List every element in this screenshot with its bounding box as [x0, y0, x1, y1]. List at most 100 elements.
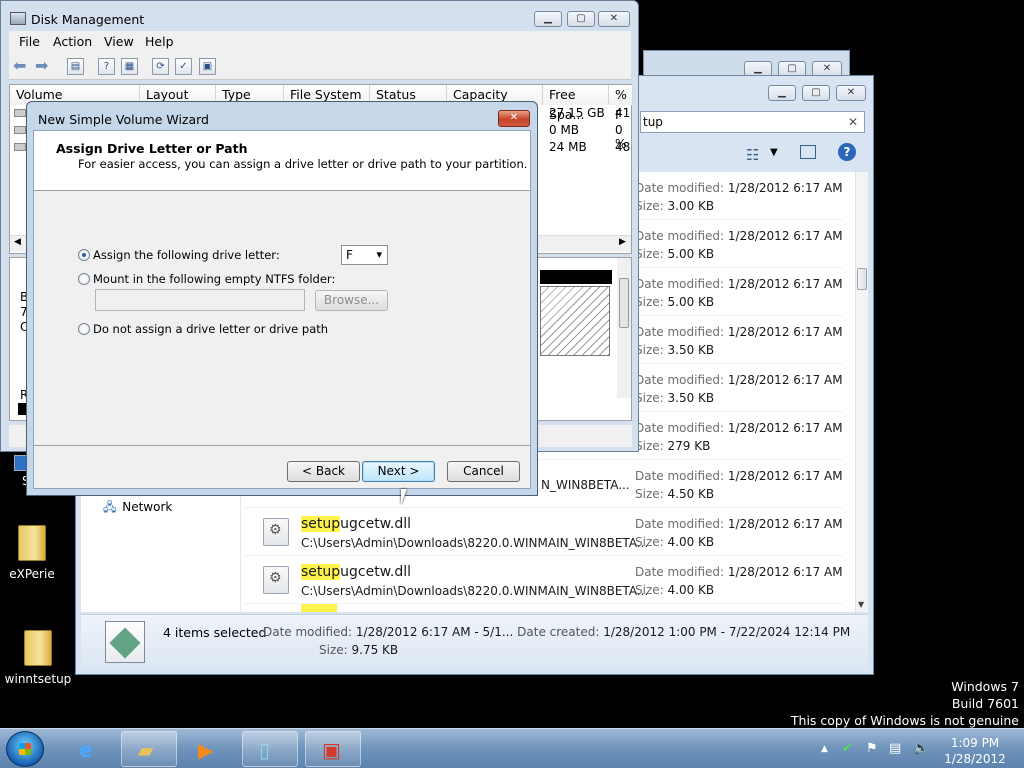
vertical-scrollbar[interactable]: ▼ [855, 172, 868, 612]
scroll-thumb[interactable] [857, 268, 867, 290]
taskbar-disk-management[interactable]: ▣ [305, 731, 361, 767]
details-modified-label: Date modified: [263, 625, 353, 639]
no-letter-label[interactable]: Do not assign a drive letter or drive pa… [93, 322, 328, 336]
network-icon[interactable]: ▤ [889, 741, 901, 756]
action-center-check-icon[interactable]: ✔ [842, 741, 853, 756]
no-letter-radio[interactable] [78, 323, 90, 335]
selection-count: 4 items selected [163, 625, 267, 640]
column-free-space[interactable]: Free Spa... [543, 85, 609, 122]
date-value: 1/28/2012 6:17 AM [727, 565, 843, 579]
scroll-thumb[interactable] [619, 278, 629, 328]
menu-bar: File Action View Help [9, 31, 631, 53]
dll-file-icon [263, 566, 289, 594]
desktop-icon-experie[interactable]: eXPerie [0, 525, 72, 581]
action-center-flag-icon[interactable]: ⚑ [866, 741, 878, 756]
assign-letter-radio[interactable] [78, 249, 90, 261]
internet-explorer-icon: e [79, 738, 93, 762]
help-icon[interactable]: ? [98, 58, 115, 75]
back-arrow-icon[interactable]: ⬅ [13, 56, 26, 75]
browse-button[interactable]: Browse... [315, 290, 388, 311]
date-label: Date modified: [635, 565, 725, 579]
view-options-icon[interactable]: ☷ [746, 146, 759, 164]
system-clock[interactable]: 1:09 PM 1/28/2012 [930, 735, 1020, 767]
start-button[interactable] [6, 731, 44, 767]
graph-scrollbar[interactable] [617, 258, 631, 398]
clear-search-icon[interactable]: ✕ [848, 112, 858, 132]
date-value: 1/28/2012 6:17 AM [727, 373, 843, 387]
size-label: Size: [635, 295, 664, 309]
refresh-icon[interactable]: ⟳ [152, 58, 169, 75]
minimize-button[interactable]: ▁ [534, 11, 562, 27]
scroll-down-arrow-icon[interactable]: ▼ [858, 600, 864, 609]
volume-row-icon [14, 143, 26, 151]
new-simple-volume-wizard[interactable]: New Simple Volume Wizard ✕ Assign Drive … [26, 101, 538, 496]
nav-item-label: Network [122, 500, 173, 514]
file-name-rest: ugcetw.dll [340, 564, 411, 580]
desktop-icon-label: winntsetup [4, 672, 72, 686]
mount-folder-radio[interactable] [78, 273, 90, 285]
search-box[interactable]: tup ✕ [640, 111, 865, 133]
assign-letter-label[interactable]: Assign the following drive letter: [93, 248, 280, 262]
check-icon[interactable]: ✓ [175, 58, 192, 75]
drive-letter-select[interactable]: F [341, 245, 388, 265]
forward-arrow-icon[interactable]: ➡ [35, 56, 48, 75]
date-label: Date modified: [635, 181, 725, 195]
taskbar-app[interactable]: ▯ [242, 731, 298, 767]
close-button[interactable]: ✕ [598, 11, 630, 27]
size-label: Size: [635, 439, 664, 453]
column-percent-free[interactable]: % F [609, 85, 633, 122]
back-button[interactable]: < Back [287, 461, 360, 482]
size-label: Size: [635, 247, 664, 261]
maximize-button[interactable]: ▢ [567, 11, 595, 27]
size-value: 3.00 KB [667, 199, 715, 213]
show-hide-tree-icon[interactable]: ▤ [67, 58, 84, 75]
scroll-right-arrow-icon[interactable]: ▶ [619, 237, 626, 247]
taskbar-media-player[interactable]: ▶ [181, 731, 237, 767]
unallocated-partition[interactable] [540, 286, 610, 356]
wizard-heading: Assign Drive Letter or Path [56, 141, 248, 156]
toolbox-icon: ▣ [322, 738, 341, 762]
menu-help[interactable]: Help [145, 34, 174, 49]
properties-icon[interactable]: ▦ [121, 58, 138, 75]
disk-management-icon [10, 12, 26, 25]
help-icon[interactable]: ? [838, 143, 856, 161]
list-item[interactable]: setupugcetw.dll C:\Users\Admin\Downloads… [243, 556, 843, 604]
close-button[interactable]: ✕ [498, 110, 530, 127]
nav-item-network[interactable]: 🖧 Network [103, 498, 172, 519]
date-value: 1/28/2012 6:17 AM [727, 325, 843, 339]
scroll-left-arrow-icon[interactable]: ◀ [14, 237, 21, 247]
maximize-button[interactable]: ▢ [802, 85, 830, 101]
preview-pane-icon[interactable] [800, 145, 816, 159]
size-value: 4.00 KB [667, 583, 715, 597]
date-value: 1/28/2012 6:17 AM [727, 421, 843, 435]
window-title: Disk Management [31, 12, 145, 27]
size-value: 5.00 KB [667, 247, 715, 261]
file-path: C:\Users\Admin\Downloads\8220.0.WINMAIN_… [301, 536, 649, 550]
menu-view[interactable]: View [104, 34, 134, 49]
volume-muted-icon[interactable]: 🔈 [913, 741, 929, 756]
show-hidden-icons-icon[interactable]: ▲ [821, 744, 828, 754]
menu-action[interactable]: Action [53, 34, 92, 49]
list-item-partial[interactable] [301, 604, 337, 612]
taskbar-ie[interactable]: e [62, 731, 118, 767]
desktop-icon-label: eXPerie [9, 567, 55, 581]
minimize-button[interactable]: ▁ [768, 85, 796, 101]
view-dropdown-icon[interactable]: ▼ [770, 147, 778, 158]
cancel-button[interactable]: Cancel [447, 461, 520, 482]
size-value: 3.50 KB [667, 391, 715, 405]
close-button[interactable]: ✕ [836, 85, 866, 101]
explorer-window-background[interactable]: ▁ ▢ ✕ [643, 50, 850, 78]
mount-folder-path-input[interactable] [95, 289, 305, 311]
menu-file[interactable]: File [19, 34, 40, 49]
disk-icon[interactable]: ▣ [199, 58, 216, 75]
next-button[interactable]: Next > [362, 461, 435, 482]
desktop-icon-winntsetup[interactable]: winntsetup [0, 630, 78, 686]
app-icon: ▯ [259, 738, 271, 762]
mount-folder-label[interactable]: Mount in the following empty NTFS folder… [93, 272, 335, 286]
toolbar: ⬅ ➡ ▤ ? ▦ ⟳ ✓ ▣ [9, 53, 631, 80]
list-item[interactable]: setupugcetw.dll C:\Users\Admin\Downloads… [243, 508, 843, 556]
details-pane: 4 items selected Date modified: 1/28/201… [81, 614, 868, 670]
size-value: 4.00 KB [667, 535, 715, 549]
folder-icon [24, 630, 52, 666]
taskbar-explorer[interactable]: ▰ [121, 731, 177, 767]
